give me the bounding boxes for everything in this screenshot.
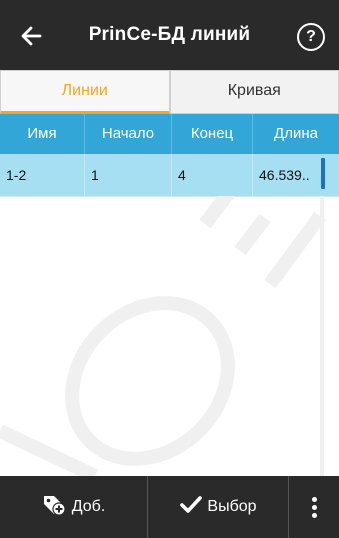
scrollbar-track[interactable] — [320, 196, 324, 476]
arrow-left-icon — [21, 26, 42, 46]
column-header-start[interactable]: Начало — [85, 114, 172, 154]
screen: PrinCe-БД линий ? Линии Кривая Имя Начал… — [0, 0, 339, 538]
top-app-bar: PrinCe-БД линий ? — [0, 0, 339, 70]
select-button[interactable]: Выбор — [148, 476, 289, 538]
tab-lines[interactable]: Линии — [0, 70, 170, 114]
scrollbar-thumb[interactable] — [321, 158, 325, 189]
add-button[interactable]: Доб. — [0, 476, 148, 538]
column-header-end[interactable]: Конец — [172, 114, 253, 154]
cell-start: 1 — [85, 154, 172, 196]
page-title: PrinCe-БД линий — [88, 24, 251, 45]
watermark-logo — [0, 196, 326, 476]
back-button[interactable] — [18, 22, 46, 50]
more-options-button[interactable] — [289, 476, 339, 538]
help-button[interactable]: ? — [297, 23, 325, 51]
add-button-label: Доб. — [71, 498, 106, 515]
bottom-toolbar: Доб. Выбор — [0, 476, 339, 538]
cell-name: 1-2 — [0, 154, 85, 196]
tab-curve[interactable]: Кривая — [169, 70, 339, 114]
table-row[interactable]: 1-2 1 4 46.539.. — [0, 154, 339, 197]
column-header-name[interactable]: Имя — [0, 114, 85, 154]
tag-add-icon — [42, 493, 68, 522]
table-header: Имя Начало Конец Длина — [0, 114, 339, 154]
select-button-label: Выбор — [207, 498, 257, 515]
more-vertical-icon — [311, 496, 317, 518]
cell-length: 46.539.. — [259, 167, 310, 183]
checkmark-icon — [179, 494, 203, 521]
tab-bar: Линии Кривая — [0, 70, 339, 114]
column-header-length[interactable]: Длина — [253, 114, 339, 154]
cell-end: 4 — [172, 154, 253, 196]
